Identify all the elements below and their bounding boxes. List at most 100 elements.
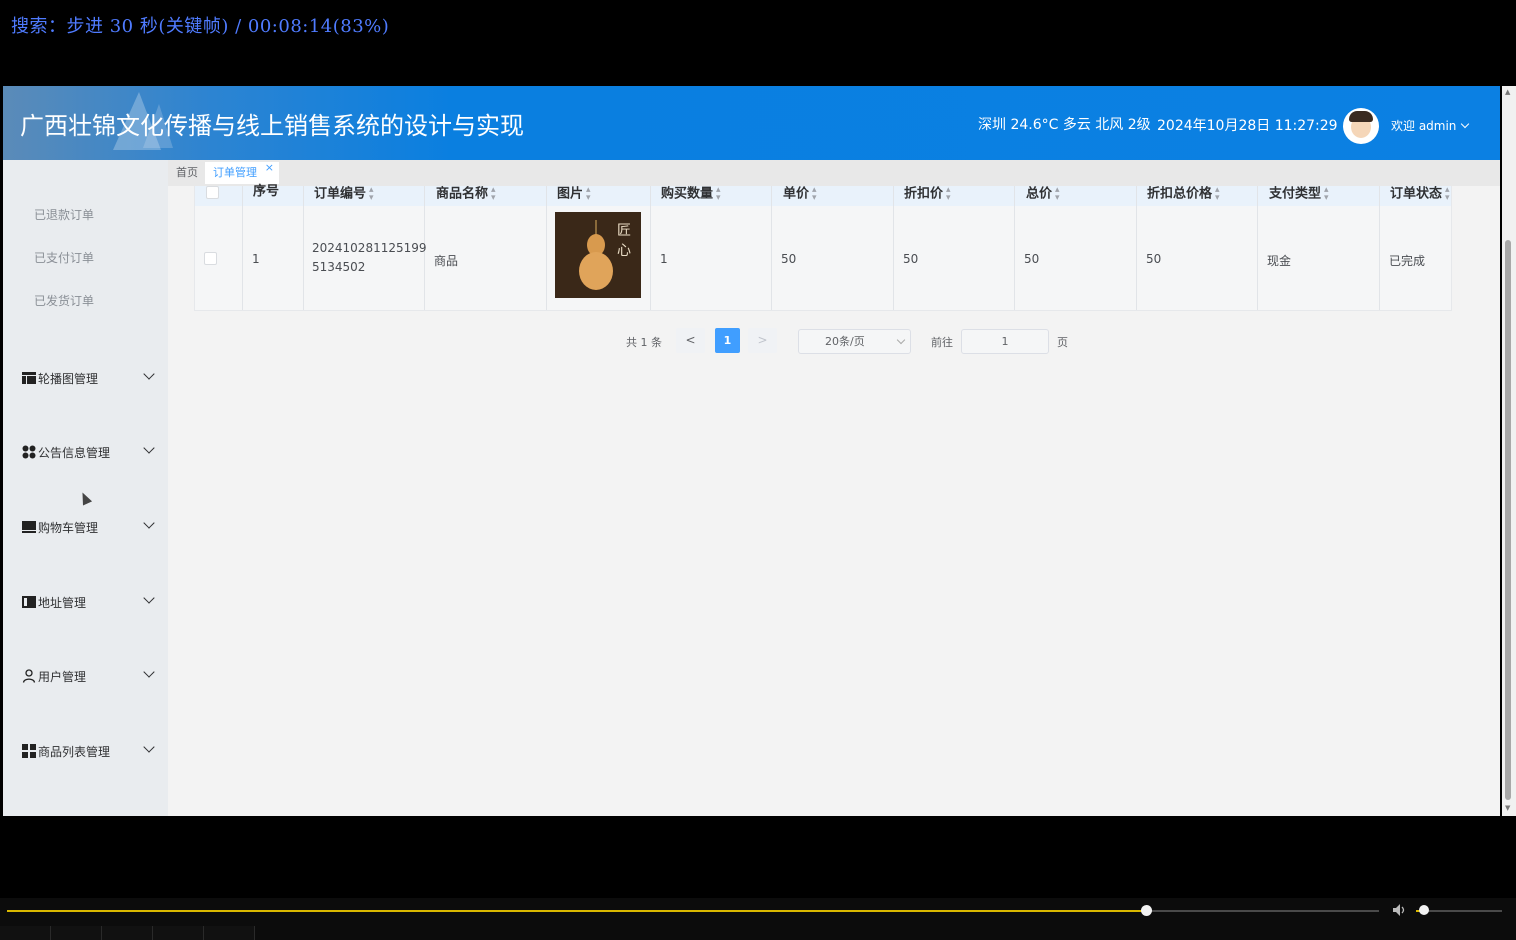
- column-header-discount-total[interactable]: 折扣总价格 ▴ ▾: [1147, 186, 1220, 206]
- chevron-down-icon: [143, 442, 155, 454]
- main-content: 首页 订单管理 × 序号 订单编号 ▴ ▾ 商品名称 ▴ ▾ 图片 ▴ ▾ 购买数量 ▴ ▾ 单…: [168, 160, 1500, 816]
- column-divider: [771, 186, 772, 310]
- column-divider: [303, 186, 304, 310]
- column-header-index[interactable]: 序号: [253, 184, 280, 206]
- page-size-select[interactable]: 20条/页: [798, 329, 911, 354]
- toolbar-slot[interactable]: [0, 926, 51, 940]
- toolbar-slot[interactable]: [153, 926, 204, 940]
- column-divider: [893, 186, 894, 310]
- sidebar-item-shipped-orders[interactable]: 已发货订单: [34, 292, 94, 309]
- scrollbar-thumb[interactable]: [1505, 240, 1511, 800]
- app-header: 广西壮锦文化传播与线上销售系统的设计与实现 深圳 24.6°C 多云 北风 2级…: [3, 86, 1500, 160]
- column-divider: [650, 186, 651, 310]
- seek-bar-knob[interactable]: [1140, 905, 1152, 916]
- sort-icon: ▴ ▾: [812, 185, 817, 203]
- sort-icon: ▴ ▾: [586, 185, 591, 203]
- chevron-down-icon: [143, 517, 155, 529]
- scroll-up-icon[interactable]: ▲: [1505, 88, 1510, 96]
- chevron-down-icon: [143, 368, 155, 380]
- column-divider: [1014, 186, 1015, 310]
- seek-bar[interactable]: [7, 905, 1379, 916]
- pagination-total: 共 1 条: [626, 336, 662, 349]
- goto-label: 前往: [931, 336, 953, 349]
- menu-label: 轮播图管理: [38, 372, 99, 386]
- menu-label: 用户管理: [38, 670, 87, 684]
- volume-slider[interactable]: [1416, 905, 1502, 915]
- prev-page-button[interactable]: <: [676, 328, 705, 353]
- cell-product-name: 商品: [434, 254, 459, 268]
- tab-home[interactable]: 首页: [168, 162, 206, 184]
- sidebar-menu-users[interactable]: 用户管理: [21, 664, 161, 688]
- column-divider: [1136, 186, 1137, 310]
- toolbar-slot[interactable]: [51, 926, 102, 940]
- sort-icon: ▴ ▾: [369, 185, 374, 203]
- column-header-status[interactable]: 订单状态 ▴ ▾: [1390, 186, 1450, 206]
- column-header-payment-type[interactable]: 支付类型 ▴ ▾: [1269, 186, 1329, 206]
- cell-status: 已完成: [1389, 254, 1426, 268]
- sidebar-item-paid-orders[interactable]: 已支付订单: [34, 249, 94, 266]
- tab-bar: 首页 订单管理 ×: [168, 160, 1500, 186]
- sidebar-menu-announcements[interactable]: 公告信息管理: [21, 440, 161, 464]
- sidebar-item-refunded-orders[interactable]: 已退款订单: [34, 206, 94, 223]
- avatar-hair: [1349, 111, 1373, 122]
- column-header-quantity[interactable]: 购买数量 ▴ ▾: [661, 186, 721, 206]
- menu-label: 商品列表管理: [38, 745, 111, 759]
- chevron-down-icon: [143, 666, 155, 678]
- column-header-label: 序号: [253, 184, 280, 199]
- column-header-label: 支付类型: [1269, 186, 1322, 202]
- chevron-down-icon: [143, 741, 155, 753]
- close-icon[interactable]: ×: [265, 157, 274, 179]
- next-page-button[interactable]: >: [748, 328, 777, 353]
- page-number-button[interactable]: 1: [715, 328, 740, 353]
- chevron-down-icon: [1461, 119, 1470, 129]
- current-datetime: 2024年10月28日 11:27:29: [1157, 118, 1338, 134]
- toolbar-slot[interactable]: [204, 926, 255, 940]
- sort-icon: ▴ ▾: [1215, 185, 1220, 203]
- media-player-controls: [0, 898, 1516, 940]
- sidebar-menu-products[interactable]: 商品列表管理: [21, 739, 161, 763]
- product-image[interactable]: 匠心: [555, 212, 641, 298]
- monitor-icon: [22, 521, 36, 533]
- column-divider: [1379, 186, 1380, 310]
- sidebar-menu-cart[interactable]: 购物车管理: [21, 515, 161, 539]
- column-header-label: 折扣总价格: [1147, 186, 1213, 202]
- vertical-scrollbar[interactable]: ▲ ▼: [1502, 86, 1516, 816]
- tab-order-management[interactable]: 订单管理 ×: [205, 161, 279, 184]
- column-divider: [546, 186, 547, 310]
- chevron-down-icon: [896, 335, 906, 345]
- seek-bar-fill: [7, 910, 1146, 912]
- user-menu-dropdown[interactable]: 欢迎 admin: [1391, 117, 1470, 134]
- column-header-discount-price[interactable]: 折扣价 ▴ ▾: [904, 186, 951, 206]
- row-checkbox[interactable]: [204, 252, 217, 265]
- column-header-image[interactable]: 图片 ▴ ▾: [557, 186, 591, 206]
- select-all-checkbox[interactable]: [206, 186, 219, 199]
- goto-page-input[interactable]: [961, 329, 1049, 354]
- column-header-label: 订单编号: [314, 186, 367, 202]
- order-no-line: 5134502: [312, 260, 366, 274]
- grid-dots-icon: [22, 445, 36, 459]
- column-header-label: 折扣价: [904, 186, 944, 202]
- sidebar: 已退款订单 已支付订单 已发货订单 轮播图管理 公告信息管理 购物车管理 地址管…: [3, 160, 168, 816]
- column-header-label: 图片: [557, 186, 584, 202]
- column-header-order-no[interactable]: 订单编号 ▴ ▾: [314, 186, 374, 206]
- volume-icon[interactable]: [1392, 903, 1408, 917]
- scroll-down-icon[interactable]: ▼: [1505, 804, 1510, 812]
- mouse-cursor-icon: [77, 490, 93, 506]
- menu-label: 地址管理: [38, 596, 87, 610]
- volume-slider-knob[interactable]: [1418, 905, 1429, 915]
- column-header-total-price[interactable]: 总价 ▴ ▾: [1026, 186, 1060, 206]
- column-header-unit-price[interactable]: 单价 ▴ ▾: [783, 186, 817, 206]
- sort-icon: ▴ ▾: [946, 185, 951, 203]
- user-icon: [22, 669, 36, 683]
- orders-table: 序号 订单编号 ▴ ▾ 商品名称 ▴ ▾ 图片 ▴ ▾ 购买数量 ▴ ▾ 单价 ▴ ▾ 折扣价 ▴ ▾ …: [194, 184, 1452, 311]
- column-header-product-name[interactable]: 商品名称 ▴ ▾: [436, 186, 496, 206]
- user-avatar[interactable]: [1343, 108, 1379, 144]
- toolbar-slot[interactable]: [102, 926, 153, 940]
- sidebar-menu-carousel[interactable]: 轮播图管理: [21, 366, 161, 390]
- sidebar-menu-address[interactable]: 地址管理: [21, 590, 161, 614]
- app-title: 广西壮锦文化传播与线上销售系统的设计与实现: [20, 112, 524, 140]
- app-window: 广西壮锦文化传播与线上销售系统的设计与实现 深圳 24.6°C 多云 北风 2级…: [3, 86, 1500, 816]
- tab-label: 订单管理: [213, 166, 257, 179]
- gourd-shape: [579, 252, 613, 290]
- menu-label: 购物车管理: [38, 521, 99, 535]
